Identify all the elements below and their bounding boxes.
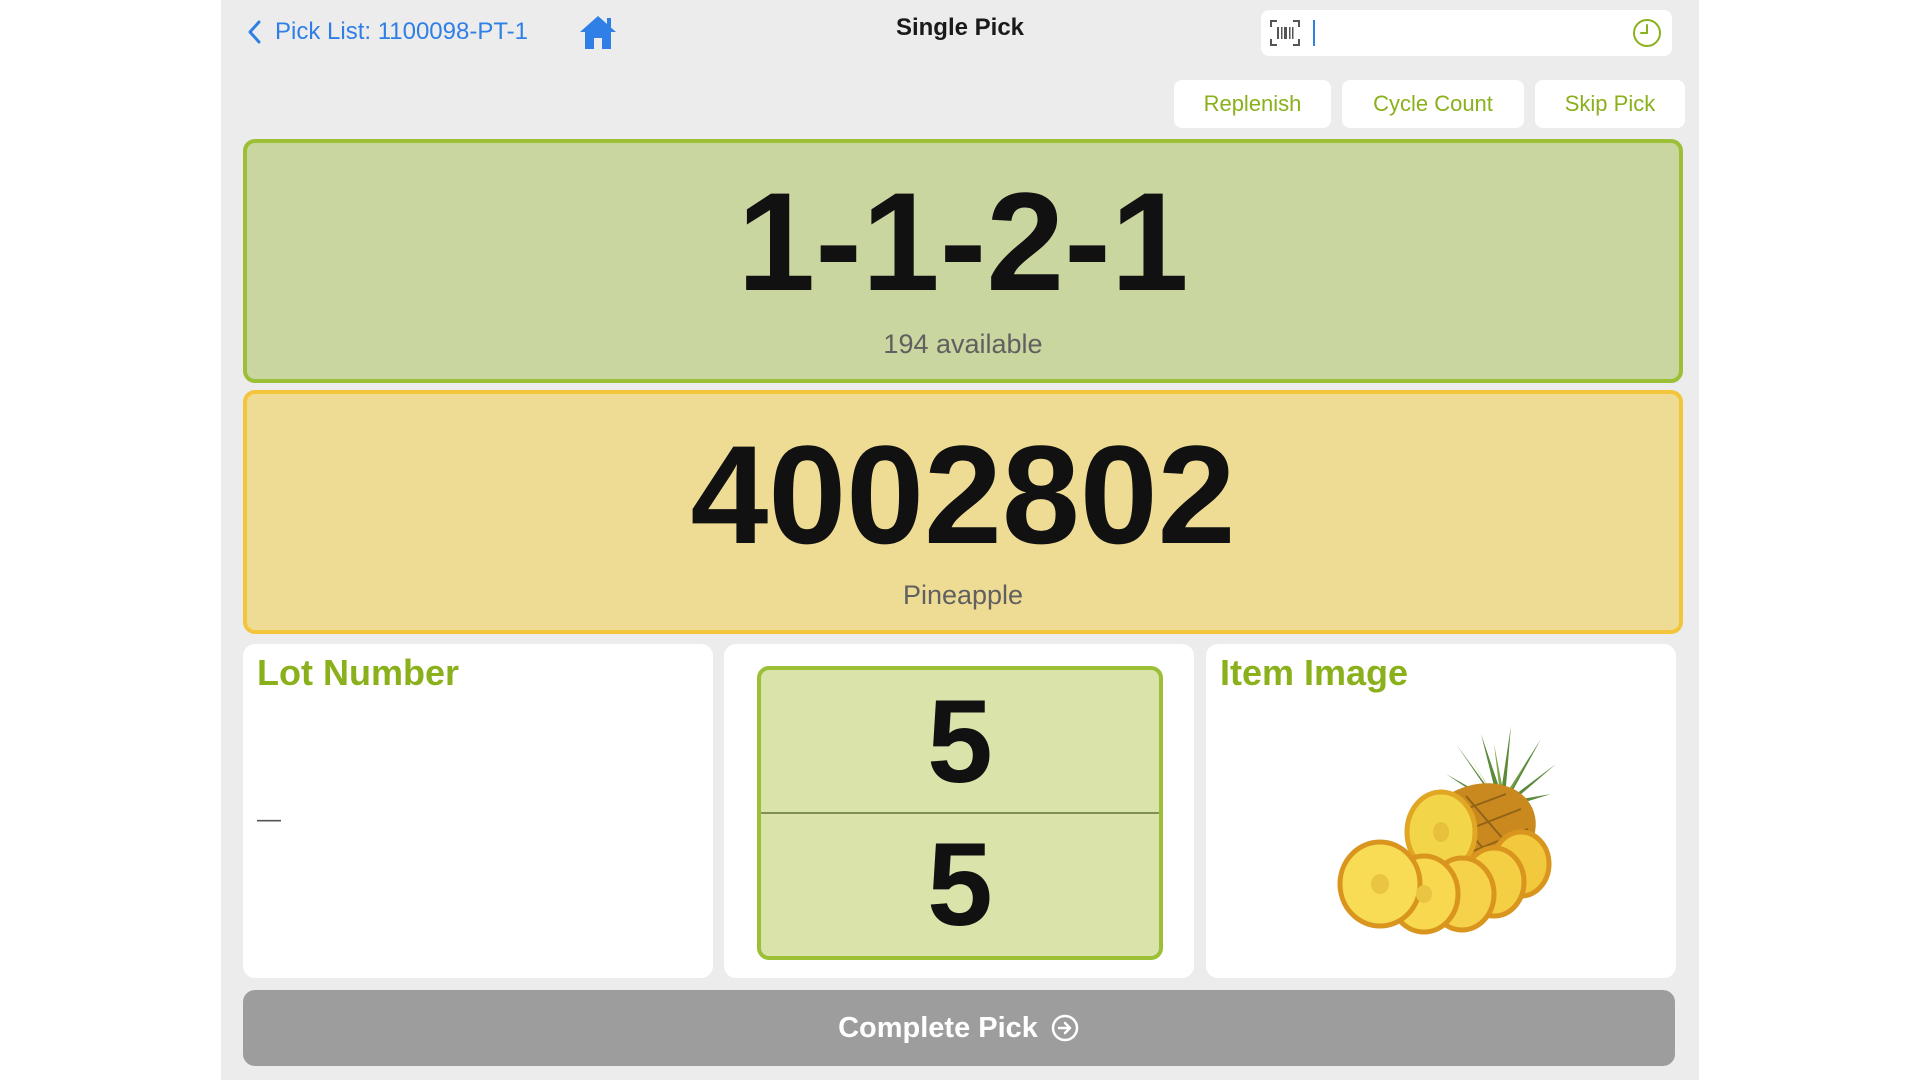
location-code: 1-1-2-1 bbox=[737, 163, 1189, 320]
scan-input[interactable] bbox=[1309, 16, 1613, 52]
item-name: Pineapple bbox=[902, 580, 1024, 610]
back-to-pick-list-button[interactable]: Pick List: 1100098-PT-1 bbox=[247, 14, 528, 50]
history-clock-icon[interactable] bbox=[1631, 17, 1663, 49]
item-image-panel: Item Image bbox=[1206, 644, 1676, 978]
cycle-count-button[interactable]: Cycle Count bbox=[1342, 80, 1524, 128]
replenish-button[interactable]: Replenish bbox=[1174, 80, 1331, 128]
requested-quantity: 5 bbox=[927, 675, 993, 808]
location-card: 1-1-2-1 194 available bbox=[243, 139, 1683, 383]
item-number: 4002802 bbox=[690, 416, 1236, 573]
complete-pick-button[interactable]: Complete Pick bbox=[243, 990, 1675, 1066]
text-caret bbox=[1313, 20, 1315, 46]
barcode-scan-icon[interactable] bbox=[1269, 18, 1301, 48]
picked-quantity[interactable]: 5 bbox=[761, 813, 1159, 956]
scan-field bbox=[1261, 10, 1672, 56]
lot-number-value: — bbox=[257, 806, 281, 833]
quantity-panel: 5 5 bbox=[724, 644, 1194, 978]
single-pick-screen: Pick List: 1100098-PT-1 Single Pick Repl… bbox=[221, 0, 1699, 1080]
complete-pick-label: Complete Pick bbox=[838, 1011, 1038, 1044]
chevron-left-icon bbox=[247, 20, 261, 44]
lot-number-title: Lot Number bbox=[257, 652, 459, 693]
quantity-box[interactable]: 5 5 bbox=[757, 666, 1163, 960]
item-image-title: Item Image bbox=[1220, 652, 1409, 693]
skip-pick-button[interactable]: Skip Pick bbox=[1535, 80, 1685, 128]
lot-number-panel: Lot Number — bbox=[243, 644, 713, 978]
arrow-right-circle-icon bbox=[1051, 1014, 1079, 1042]
back-label: Pick List: 1100098-PT-1 bbox=[275, 18, 529, 45]
home-icon[interactable] bbox=[578, 13, 618, 51]
available-quantity: 194 available bbox=[883, 329, 1043, 359]
item-card: 4002802 Pineapple bbox=[243, 390, 1683, 634]
pineapple-image bbox=[1337, 726, 1556, 935]
